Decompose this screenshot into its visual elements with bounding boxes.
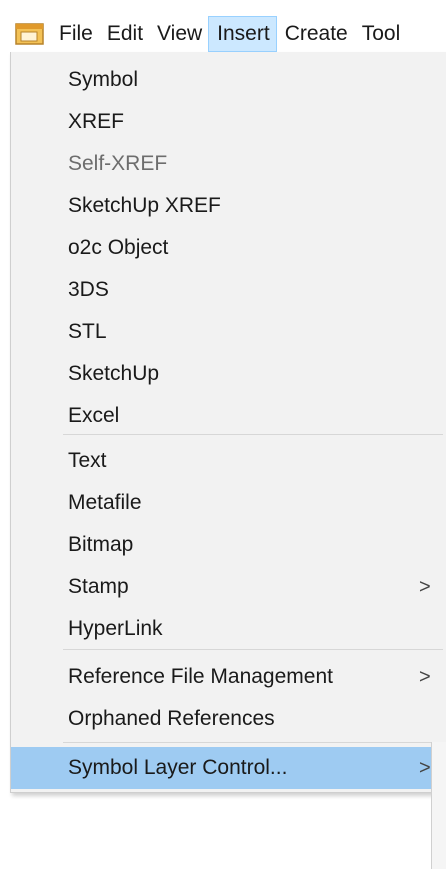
- menu-item-self-xref: Self-XREF: [11, 143, 446, 185]
- menu-separator: [63, 434, 443, 435]
- menu-item-sketchup[interactable]: SketchUp: [11, 353, 446, 395]
- menu-edit[interactable]: Edit: [99, 16, 149, 52]
- app-window-icon[interactable]: [15, 23, 44, 45]
- menu-item-label: Self-XREF: [68, 152, 168, 175]
- menu-item-label: Metafile: [68, 491, 142, 514]
- menu-item-hyperlink[interactable]: HyperLink: [11, 608, 446, 650]
- menu-item-label: SketchUp XREF: [68, 194, 221, 217]
- menu-item-metafile[interactable]: Metafile: [11, 482, 446, 524]
- menu-item-bitmap[interactable]: Bitmap: [11, 524, 446, 566]
- menu-item-xref[interactable]: XREF: [11, 101, 446, 143]
- menu-item-label: Symbol: [68, 68, 139, 91]
- insert-dropdown-menu: Symbol XREF Self-XREF SketchUp XREF o2c …: [10, 52, 446, 793]
- menu-item-label: Stamp: [68, 575, 129, 598]
- menu-tool[interactable]: Tool: [354, 16, 407, 52]
- menu-item-label: XREF: [68, 110, 125, 133]
- menu-item-3ds[interactable]: 3DS: [11, 269, 446, 311]
- menu-item-label: Text: [68, 449, 107, 472]
- menu-item-label: Reference File Management: [68, 665, 333, 688]
- chevron-right-icon: >: [419, 576, 431, 598]
- menu-item-label: o2c Object: [68, 236, 169, 259]
- chevron-right-icon: >: [419, 666, 431, 688]
- menu-item-label: Orphaned References: [68, 707, 275, 730]
- menu-item-label: 3DS: [68, 278, 109, 301]
- menu-item-stl[interactable]: STL: [11, 311, 446, 353]
- menu-bar-items: File Edit View Insert Create Tool: [51, 16, 406, 52]
- menu-item-excel[interactable]: Excel: [11, 395, 446, 437]
- menu-item-symbol[interactable]: Symbol: [11, 59, 446, 101]
- chevron-right-icon: >: [419, 757, 431, 779]
- menu-create[interactable]: Create: [277, 16, 354, 52]
- menu-item-label: SketchUp: [68, 362, 160, 385]
- menu-item-label: Bitmap: [68, 533, 134, 556]
- menu-item-sketchup-xref[interactable]: SketchUp XREF: [11, 185, 446, 227]
- menu-item-label: Symbol Layer Control...: [68, 756, 288, 779]
- menu-separator: [63, 649, 443, 650]
- menu-item-label: STL: [68, 320, 107, 343]
- menu-item-stamp[interactable]: Stamp >: [11, 566, 446, 608]
- menu-view[interactable]: View: [149, 16, 208, 52]
- menu-item-label: Excel: [68, 404, 120, 427]
- menu-separator: [63, 742, 443, 743]
- menu-bar: File Edit View Insert Create Tool: [0, 0, 446, 53]
- menu-file[interactable]: File: [51, 16, 99, 52]
- menu-item-symbol-layer-control[interactable]: Symbol Layer Control... >: [11, 747, 446, 789]
- menu-item-text[interactable]: Text: [11, 440, 446, 482]
- menu-item-orphaned-references[interactable]: Orphaned References: [11, 698, 446, 740]
- menu-item-reference-file-management[interactable]: Reference File Management >: [11, 656, 446, 698]
- menu-item-o2c-object[interactable]: o2c Object: [11, 227, 446, 269]
- menu-item-label: HyperLink: [68, 617, 163, 640]
- menu-insert[interactable]: Insert: [208, 16, 277, 52]
- submenu-panel: [431, 742, 446, 869]
